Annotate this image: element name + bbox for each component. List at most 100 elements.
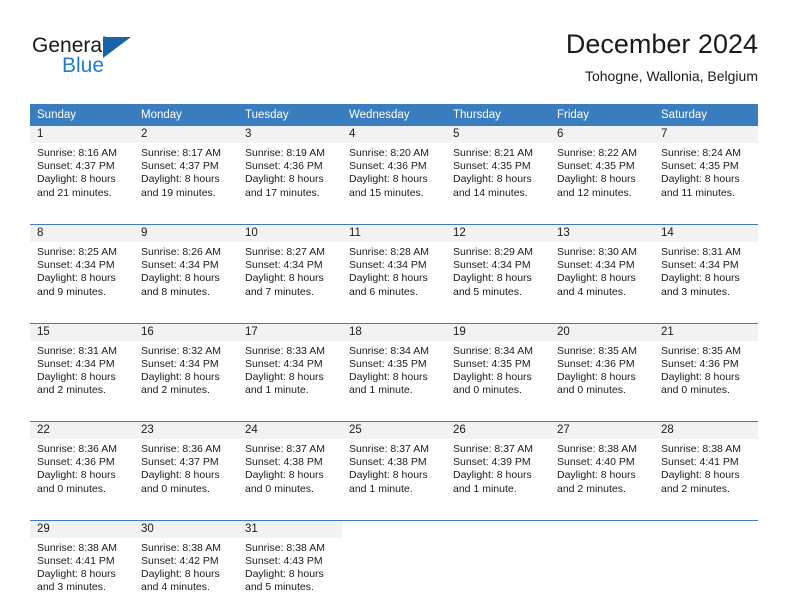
calendar-day-cell[interactable]: 2 Sunrise: 8:17 AM Sunset: 4:37 PM Daylight… bbox=[134, 126, 238, 216]
day-number: 22 bbox=[30, 422, 134, 439]
day-details: Sunrise: 8:38 AM Sunset: 4:40 PM Daylight:… bbox=[550, 439, 654, 496]
daylight-text-line2: and 4 minutes. bbox=[557, 285, 626, 298]
calendar-day-cell[interactable]: 31 Sunrise: 8:38 AM Sunset: 4:43 PM Dayligh… bbox=[238, 519, 342, 610]
day-number: 7 bbox=[654, 126, 758, 143]
calendar-day-cell[interactable]: 28 Sunrise: 8:38 AM Sunset: 4:41 PM Dayligh… bbox=[654, 421, 758, 512]
day-details: Sunrise: 8:37 AM Sunset: 4:39 PM Daylight:… bbox=[446, 439, 550, 496]
calendar-day-cell[interactable]: 20 Sunrise: 8:35 AM Sunset: 4:36 PM Dayligh… bbox=[550, 322, 654, 413]
daylight-text-line2: and 0 minutes. bbox=[141, 482, 210, 495]
sunrise-text: Sunrise: 8:38 AM bbox=[557, 443, 637, 455]
daylight-text-line2: and 5 minutes. bbox=[453, 285, 522, 298]
day-number: 14 bbox=[654, 225, 758, 242]
daylight-text-line1: Daylight: 8 hours bbox=[141, 370, 220, 383]
sunrise-text: Sunrise: 8:37 AM bbox=[245, 443, 325, 455]
daylight-text-line1: Daylight: 8 hours bbox=[245, 469, 324, 482]
sunset-text: Sunset: 4:35 PM bbox=[557, 160, 635, 173]
day-number: 4 bbox=[342, 126, 446, 143]
calendar-day-cell[interactable]: 17 Sunrise: 8:33 AM Sunset: 4:34 PM Dayligh… bbox=[238, 322, 342, 413]
day-number: 12 bbox=[446, 225, 550, 242]
daylight-text-line1: Daylight: 8 hours bbox=[245, 173, 324, 186]
calendar-day-cell[interactable]: 4 Sunrise: 8:20 AM Sunset: 4:36 PM Daylight… bbox=[342, 126, 446, 216]
daylight-text-line2: and 1 minute. bbox=[245, 384, 309, 397]
daylight-text-line2: and 2 minutes. bbox=[661, 482, 730, 495]
sunset-text: Sunset: 4:40 PM bbox=[557, 456, 635, 469]
sunset-text: Sunset: 4:34 PM bbox=[349, 259, 427, 272]
daylight-text-line2: and 5 minutes. bbox=[245, 581, 314, 594]
calendar-day-cell[interactable]: 21 Sunrise: 8:35 AM Sunset: 4:36 PM Dayligh… bbox=[654, 322, 758, 413]
calendar-day-cell[interactable]: 29 Sunrise: 8:38 AM Sunset: 4:41 PM Dayligh… bbox=[30, 519, 134, 610]
calendar-day-cell[interactable]: 22 Sunrise: 8:36 AM Sunset: 4:36 PM Dayligh… bbox=[30, 421, 134, 512]
calendar-day-cell[interactable]: 1 Sunrise: 8:16 AM Sunset: 4:37 PM Daylight… bbox=[30, 126, 134, 216]
day-details: Sunrise: 8:31 AM Sunset: 4:34 PM Daylight:… bbox=[654, 242, 758, 299]
daylight-text-line2: and 4 minutes. bbox=[141, 581, 210, 594]
sunrise-text: Sunrise: 8:20 AM bbox=[349, 147, 429, 159]
daylight-text-line2: and 1 minute. bbox=[349, 384, 413, 397]
calendar-day-cell[interactable]: 30 Sunrise: 8:38 AM Sunset: 4:42 PM Dayligh… bbox=[134, 519, 238, 610]
calendar-day-cell[interactable]: 25 Sunrise: 8:37 AM Sunset: 4:38 PM Dayligh… bbox=[342, 421, 446, 512]
calendar-day-cell[interactable]: 23 Sunrise: 8:36 AM Sunset: 4:37 PM Dayligh… bbox=[134, 421, 238, 512]
calendar-day-cell[interactable]: 14 Sunrise: 8:31 AM Sunset: 4:34 PM Dayligh… bbox=[654, 224, 758, 315]
daylight-text-line2: and 3 minutes. bbox=[37, 581, 106, 594]
sunrise-text: Sunrise: 8:35 AM bbox=[557, 344, 637, 357]
calendar-week-row: 1 Sunrise: 8:16 AM Sunset: 4:37 PM Daylight… bbox=[30, 126, 758, 216]
day-details: Sunrise: 8:35 AM Sunset: 4:36 PM Daylight:… bbox=[550, 341, 654, 398]
sunset-text: Sunset: 4:34 PM bbox=[245, 357, 323, 370]
calendar-day-cell[interactable]: 10 Sunrise: 8:27 AM Sunset: 4:34 PM Dayligh… bbox=[238, 224, 342, 315]
brand-name-blue: Blue bbox=[62, 54, 105, 77]
day-details: Sunrise: 8:34 AM Sunset: 4:35 PM Daylight:… bbox=[342, 341, 446, 398]
brand-logo[interactable]: General Blue bbox=[32, 34, 212, 92]
calendar-body: 1 Sunrise: 8:16 AM Sunset: 4:37 PM Daylight… bbox=[30, 126, 758, 610]
calendar-day-cell[interactable]: 5 Sunrise: 8:21 AM Sunset: 4:35 PM Daylight… bbox=[446, 126, 550, 216]
calendar-day-cell[interactable]: 26 Sunrise: 8:37 AM Sunset: 4:39 PM Dayligh… bbox=[446, 421, 550, 512]
calendar-day-cell[interactable]: 3 Sunrise: 8:19 AM Sunset: 4:36 PM Daylight… bbox=[238, 126, 342, 216]
calendar-day-cell[interactable]: 6 Sunrise: 8:22 AM Sunset: 4:35 PM Daylight… bbox=[550, 126, 654, 216]
calendar-day-cell[interactable]: 27 Sunrise: 8:38 AM Sunset: 4:40 PM Dayligh… bbox=[550, 421, 654, 512]
daylight-text-line2: and 0 minutes. bbox=[661, 384, 730, 397]
daylight-text-line1: Daylight: 8 hours bbox=[557, 469, 636, 482]
calendar-day-cell[interactable]: 9 Sunrise: 8:26 AM Sunset: 4:34 PM Daylight… bbox=[134, 224, 238, 315]
calendar-grid: Sunday Monday Tuesday Wednesday Thursday… bbox=[30, 104, 758, 610]
sunrise-text: Sunrise: 8:21 AM bbox=[453, 147, 533, 159]
day-details: Sunrise: 8:33 AM Sunset: 4:34 PM Daylight:… bbox=[238, 341, 342, 398]
calendar-day-cell[interactable]: 18 Sunrise: 8:34 AM Sunset: 4:35 PM Dayligh… bbox=[342, 322, 446, 413]
calendar-day-cell-empty bbox=[550, 519, 654, 610]
week-row-spacer-cell bbox=[30, 413, 758, 422]
day-details: Sunrise: 8:32 AM Sunset: 4:34 PM Daylight:… bbox=[134, 341, 238, 398]
calendar-day-cell[interactable]: 8 Sunrise: 8:25 AM Sunset: 4:34 PM Daylight… bbox=[30, 224, 134, 315]
page-subtitle: Tohogne, Wallonia, Belgium bbox=[584, 68, 758, 84]
day-details: Sunrise: 8:20 AM Sunset: 4:36 PM Daylight:… bbox=[342, 143, 446, 200]
calendar-day-cell[interactable]: 16 Sunrise: 8:32 AM Sunset: 4:34 PM Dayligh… bbox=[134, 322, 238, 413]
sunrise-text: Sunrise: 8:35 AM bbox=[661, 344, 741, 357]
sunset-text: Sunset: 4:37 PM bbox=[141, 160, 219, 173]
page-header: General Blue December 2024 Tohogne, Wall… bbox=[30, 28, 758, 94]
sunset-text: Sunset: 4:39 PM bbox=[453, 456, 531, 469]
sunset-text: Sunset: 4:38 PM bbox=[245, 456, 323, 469]
day-details: Sunrise: 8:27 AM Sunset: 4:34 PM Daylight:… bbox=[238, 242, 342, 299]
daylight-text-line1: Daylight: 8 hours bbox=[37, 469, 116, 482]
calendar-day-cell[interactable]: 19 Sunrise: 8:34 AM Sunset: 4:35 PM Dayligh… bbox=[446, 322, 550, 413]
calendar-day-cell[interactable]: 11 Sunrise: 8:28 AM Sunset: 4:34 PM Dayligh… bbox=[342, 224, 446, 315]
weekday-header-saturday: Saturday bbox=[654, 104, 758, 126]
day-details: Sunrise: 8:36 AM Sunset: 4:37 PM Daylight:… bbox=[134, 439, 238, 496]
day-number bbox=[342, 520, 446, 538]
daylight-text-line1: Daylight: 8 hours bbox=[349, 173, 428, 186]
sunrise-text: Sunrise: 8:26 AM bbox=[141, 246, 221, 258]
day-details: Sunrise: 8:34 AM Sunset: 4:35 PM Daylight:… bbox=[446, 341, 550, 398]
daylight-text-line2: and 7 minutes. bbox=[245, 285, 314, 298]
day-details bbox=[654, 538, 758, 542]
calendar-day-cell[interactable]: 13 Sunrise: 8:30 AM Sunset: 4:34 PM Dayligh… bbox=[550, 224, 654, 315]
day-details: Sunrise: 8:28 AM Sunset: 4:34 PM Daylight:… bbox=[342, 242, 446, 299]
day-details: Sunrise: 8:30 AM Sunset: 4:34 PM Daylight:… bbox=[550, 242, 654, 299]
calendar-day-cell-empty bbox=[654, 519, 758, 610]
sunset-text: Sunset: 4:41 PM bbox=[37, 554, 115, 567]
sunrise-text: Sunrise: 8:38 AM bbox=[245, 541, 325, 554]
week-row-spacer-cell bbox=[30, 511, 758, 520]
calendar-day-cell[interactable]: 15 Sunrise: 8:31 AM Sunset: 4:34 PM Dayligh… bbox=[30, 322, 134, 413]
sunrise-text: Sunrise: 8:16 AM bbox=[37, 147, 117, 159]
sunrise-text: Sunrise: 8:19 AM bbox=[245, 147, 325, 159]
calendar-day-cell[interactable]: 7 Sunrise: 8:24 AM Sunset: 4:35 PM Daylight… bbox=[654, 126, 758, 216]
day-details: Sunrise: 8:38 AM Sunset: 4:41 PM Daylight:… bbox=[654, 439, 758, 496]
sunrise-text: Sunrise: 8:30 AM bbox=[557, 246, 637, 258]
calendar-day-cell[interactable]: 12 Sunrise: 8:29 AM Sunset: 4:34 PM Dayligh… bbox=[446, 224, 550, 315]
calendar-day-cell[interactable]: 24 Sunrise: 8:37 AM Sunset: 4:38 PM Dayligh… bbox=[238, 421, 342, 512]
